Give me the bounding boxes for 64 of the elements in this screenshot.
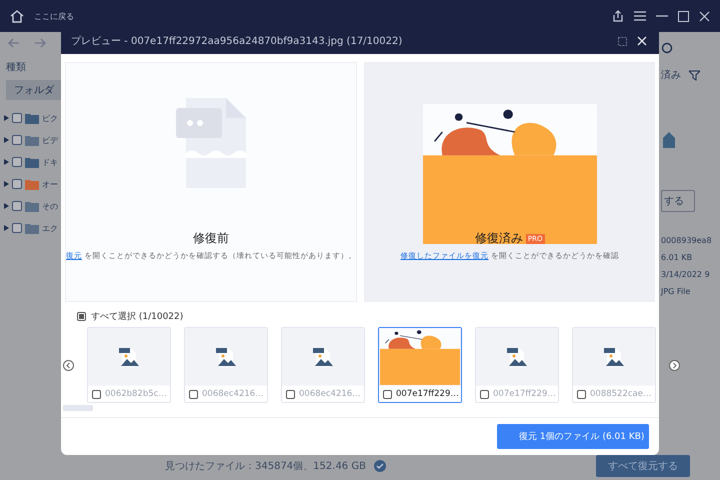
filter-icon[interactable]	[689, 70, 700, 80]
select-all-label: すべて選択 (1/10022)	[91, 310, 184, 323]
close-icon[interactable]	[699, 10, 710, 22]
file-detail: 0008939ea8	[661, 236, 712, 245]
file-name: 0068ec4216…	[299, 389, 361, 399]
preview-button[interactable]: する	[661, 190, 695, 212]
image-file-icon	[216, 346, 236, 368]
home-icon[interactable]	[10, 10, 24, 22]
file-name: 0088522cae…	[590, 389, 652, 399]
file-detail: 6.01 KB	[661, 253, 694, 262]
checkbox[interactable]	[12, 179, 22, 189]
folder-tab[interactable]: フォルダ	[6, 80, 61, 100]
check-circle-icon	[374, 460, 386, 472]
select-all-checkbox[interactable]	[77, 312, 86, 321]
before-heading: 修復前	[193, 230, 230, 247]
checkbox[interactable]	[286, 390, 295, 398]
image-file-icon	[604, 346, 624, 368]
thumbnail-card[interactable]: 007e17ff229…	[475, 327, 559, 403]
thumbnail-card[interactable]: 0068ec4216…	[281, 327, 365, 403]
checkbox[interactable]	[12, 113, 22, 123]
search-icon[interactable]	[661, 42, 673, 54]
tree-item[interactable]: ピク	[42, 112, 58, 124]
filter-tab[interactable]: 済み	[661, 68, 681, 82]
checkbox[interactable]	[12, 223, 22, 233]
thumbnail-card[interactable]: 0068ec4216…	[184, 327, 268, 403]
recover-all-button[interactable]: すべて復元する	[596, 455, 690, 477]
tree-item[interactable]: ビデ	[42, 134, 58, 146]
share-icon[interactable]	[612, 10, 624, 22]
checkbox[interactable]	[189, 390, 198, 398]
file-name: 007e17ff229…	[493, 389, 556, 399]
dialog-title: プレビュー - 007e17ff22972aa956a24870bf9a3143.jpg (17/10022)	[71, 34, 402, 48]
broken-file-icon	[176, 98, 246, 188]
checkbox[interactable]	[12, 201, 22, 211]
image-file-icon	[507, 346, 527, 368]
checkbox[interactable]	[12, 135, 22, 145]
filter-dropdown[interactable]: 種類	[6, 54, 61, 74]
checkbox[interactable]	[383, 390, 392, 398]
checkbox[interactable]	[480, 390, 489, 398]
checkbox[interactable]	[577, 390, 586, 398]
tree-item[interactable]: エク	[42, 222, 58, 234]
thumbnail-card[interactable]: 0062b82b5c…	[87, 327, 171, 403]
thumbnail-card[interactable]: 0088522cae…	[572, 327, 656, 403]
tree-item[interactable]: オー	[42, 178, 58, 190]
checkbox[interactable]	[12, 157, 22, 167]
scrollbar-thumb[interactable]	[63, 405, 93, 411]
file-name: 0062b82b5c…	[105, 389, 167, 399]
file-name: 0068ec4216…	[202, 389, 264, 399]
recover-button[interactable]: 復元 1個のファイル (6.01 KB)	[497, 424, 649, 449]
after-heading: 修復済み	[474, 230, 523, 247]
previous-icon[interactable]	[63, 360, 74, 370]
menu-icon[interactable]	[634, 11, 646, 21]
tree-item[interactable]: その	[42, 200, 58, 212]
file-detail: JPG File	[661, 287, 692, 296]
maximize-icon[interactable]	[678, 10, 689, 22]
tree-item[interactable]: ドキ	[42, 156, 58, 168]
window-title: ここに戻る	[34, 10, 74, 22]
checkbox[interactable]	[92, 390, 101, 398]
thumbnail-card[interactable]: 007e17ff229…	[378, 327, 462, 403]
close-icon[interactable]	[637, 36, 647, 46]
file-name: 007e17ff229…	[396, 389, 459, 399]
image-file-icon	[313, 346, 333, 368]
file-detail: 3/14/2022 9	[661, 270, 711, 279]
image-file-icon	[119, 346, 139, 368]
status-text: 見つけたファイル：345874個、152.46 GB	[165, 460, 366, 473]
